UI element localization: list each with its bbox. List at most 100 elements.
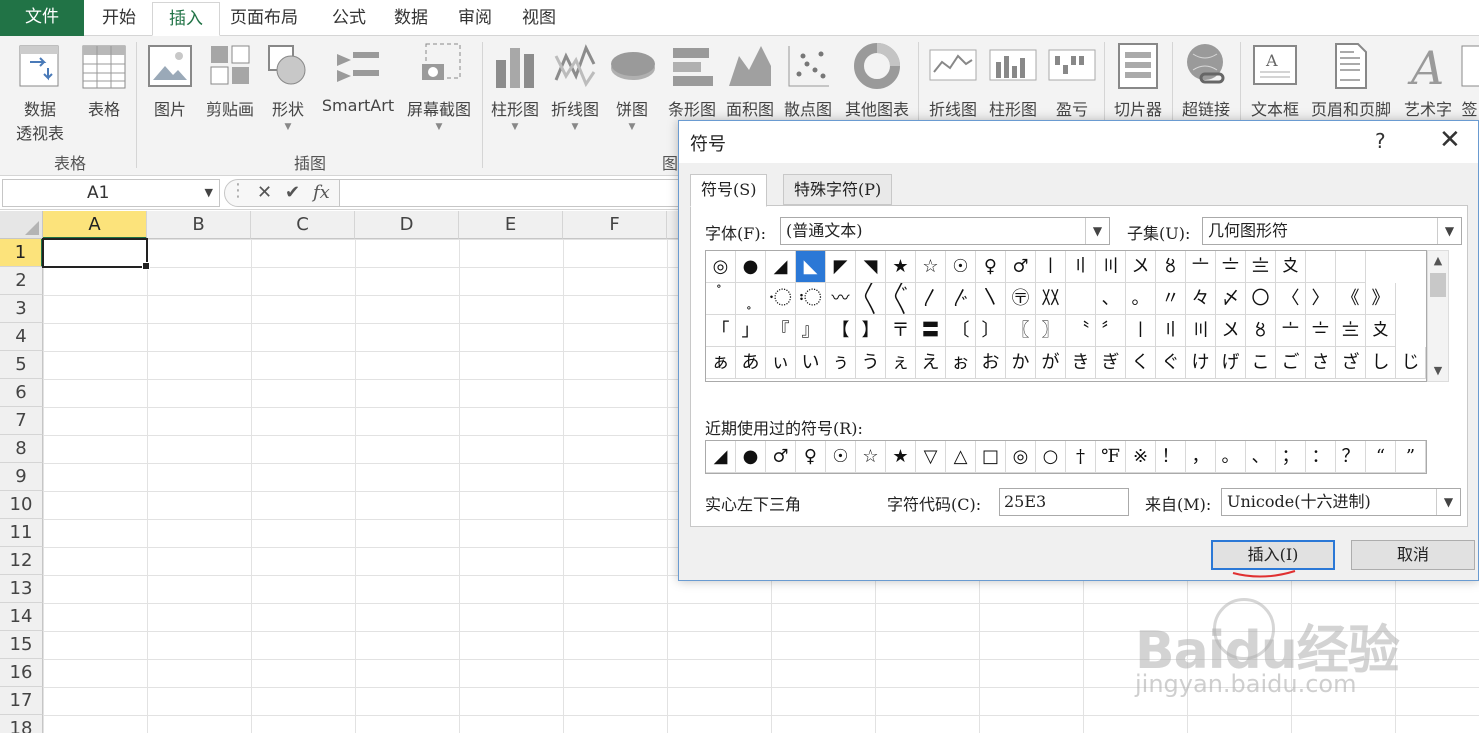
line-chart-button[interactable]: 折线图 ▼	[546, 40, 604, 132]
row-header[interactable]: 16	[0, 659, 43, 687]
symbol-grid[interactable]: ◎●◢◣◤◥★☆☉♀♂〡〢〣〤〥〦〧〨〩〪〭〮〯〫〬〰〱〲〳〴〵〶〷 、。〃々〆…	[705, 250, 1427, 382]
symbol-cell[interactable]: 〡	[1036, 251, 1066, 283]
row-header[interactable]: 11	[0, 519, 43, 547]
row-header[interactable]: 9	[0, 463, 43, 491]
recent-symbol-cell[interactable]: ★	[886, 441, 916, 473]
symbol-cell[interactable]: 〆	[1216, 283, 1246, 315]
symbol-cell[interactable]: 〤	[1126, 251, 1156, 283]
symbol-cell[interactable]: 〳	[916, 283, 946, 315]
shapes-button[interactable]: 形状 ▼	[264, 40, 312, 132]
symbol-cell[interactable]: 。	[1126, 283, 1156, 315]
symbol-cell[interactable]: 〴	[946, 283, 976, 315]
symbol-cell[interactable]: 」	[736, 315, 766, 347]
symbol-cell[interactable]: 〈	[1276, 283, 1306, 315]
symbol-cell[interactable]: 〭	[736, 283, 766, 315]
symbol-cell[interactable]: ぉ	[946, 347, 976, 379]
row-header[interactable]: 5	[0, 351, 43, 379]
symbol-cell[interactable]: 〱	[856, 283, 886, 315]
symbol-cell[interactable]: 】	[856, 315, 886, 347]
tab-formulas[interactable]: 公式	[316, 2, 382, 36]
symbol-cell[interactable]: ぅ	[826, 347, 856, 379]
column-header[interactable]: C	[251, 211, 355, 239]
symbol-cell[interactable]: き	[1066, 347, 1096, 379]
other-charts-button[interactable]: 其他图表	[840, 40, 914, 120]
font-select[interactable]: (普通文本) ▼	[780, 217, 1110, 245]
subset-select[interactable]: 几何图形符 ▼	[1202, 217, 1462, 245]
column-header[interactable]: F	[563, 211, 667, 239]
wordart-button[interactable]: A 艺术字	[1398, 40, 1458, 120]
slicer-button[interactable]: 切片器	[1108, 40, 1168, 120]
row-header[interactable]: 7	[0, 407, 43, 435]
symbol-cell[interactable]: こ	[1246, 347, 1276, 379]
tab-symbols[interactable]: 符号(S)	[690, 174, 768, 207]
pie-chart-button[interactable]: 饼图 ▼	[610, 40, 655, 132]
recent-symbol-cell[interactable]: †	[1066, 441, 1096, 473]
symbol-cell[interactable]: 〬	[706, 283, 736, 315]
row-header[interactable]: 3	[0, 295, 43, 323]
symbol-cell[interactable]: ♀	[976, 251, 1006, 283]
symbol-cell[interactable]: ◤	[826, 251, 856, 283]
row-header[interactable]: 12	[0, 547, 43, 575]
header-footer-button[interactable]: 页眉和页脚	[1306, 40, 1396, 120]
tab-view[interactable]: 视图	[506, 2, 572, 36]
name-box[interactable]: A1 ▼	[2, 179, 220, 207]
symbol-cell[interactable]: し	[1366, 347, 1396, 379]
recent-symbol-cell[interactable]: ；	[1276, 441, 1306, 473]
symbol-cell[interactable]: 〦	[1186, 251, 1216, 283]
symbol-cell[interactable]: ♂	[1006, 251, 1036, 283]
row-header[interactable]: 10	[0, 491, 43, 519]
symbol-cell[interactable]: 〒	[886, 315, 916, 347]
char-code-input[interactable]: 25E3	[999, 488, 1129, 516]
select-all-button[interactable]	[0, 211, 43, 239]
recent-symbol-cell[interactable]: ▽	[916, 441, 946, 473]
symbol-cell[interactable]: 』	[796, 315, 826, 347]
sparkline-line-button[interactable]: 折线图	[924, 40, 982, 120]
symbol-cell[interactable]: ご	[1276, 347, 1306, 379]
row-header[interactable]: 4	[0, 323, 43, 351]
recent-symbol-cell[interactable]: ♀	[796, 441, 826, 473]
symbol-cell[interactable]: 〩	[1276, 251, 1306, 283]
tab-home[interactable]: 开始	[86, 2, 152, 36]
cancel-button[interactable]: 取消	[1351, 540, 1475, 570]
symbol-cell[interactable]: さ	[1306, 347, 1336, 379]
symbol-cell[interactable]	[1066, 283, 1096, 315]
cancel-formula-icon[interactable]: ✕	[257, 182, 272, 203]
symbol-grid-scrollbar[interactable]: ▲ ▼	[1427, 250, 1449, 382]
symbol-cell[interactable]: 〔	[946, 315, 976, 347]
row-header[interactable]: 6	[0, 379, 43, 407]
help-icon[interactable]: ?	[1375, 129, 1386, 153]
symbol-cell[interactable]: 〇	[1246, 283, 1276, 315]
row-header[interactable]: 14	[0, 603, 43, 631]
symbol-cell[interactable]: げ	[1216, 347, 1246, 379]
row-header[interactable]: 2	[0, 267, 43, 295]
symbol-cell[interactable]: 〞	[1096, 315, 1126, 347]
recent-symbol-cell[interactable]: “	[1366, 441, 1396, 473]
recent-symbol-cell[interactable]: △	[946, 441, 976, 473]
close-icon[interactable]: ✕	[1439, 125, 1461, 155]
symbol-cell[interactable]: 〪	[1306, 251, 1336, 283]
symbol-cell[interactable]: ぎ	[1096, 347, 1126, 379]
symbol-cell[interactable]: ☆	[916, 251, 946, 283]
symbol-cell[interactable]: ◥	[856, 251, 886, 283]
signature-button[interactable]: 签	[1460, 40, 1479, 120]
symbol-cell[interactable]: い	[796, 347, 826, 379]
recent-symbol-cell[interactable]: ●	[736, 441, 766, 473]
symbol-cell[interactable]: ★	[886, 251, 916, 283]
clipart-button[interactable]: 剪贴画	[200, 40, 260, 120]
table-button[interactable]: 表格	[80, 40, 128, 120]
tab-file[interactable]: 文件	[0, 0, 84, 36]
symbol-cell[interactable]: 「	[706, 315, 736, 347]
recent-symbol-cell[interactable]: ！	[1156, 441, 1186, 473]
area-chart-button[interactable]: 面积图	[722, 40, 778, 120]
active-cell[interactable]	[42, 238, 150, 270]
symbol-cell[interactable]: 【	[826, 315, 856, 347]
symbol-cell[interactable]: か	[1006, 347, 1036, 379]
chevron-down-icon[interactable]: ▼	[1437, 218, 1461, 244]
symbol-cell[interactable]: 、	[1096, 283, 1126, 315]
symbol-cell[interactable]: ◢	[766, 251, 796, 283]
symbol-cell[interactable]: 『	[766, 315, 796, 347]
scatter-chart-button[interactable]: 散点图	[780, 40, 836, 120]
symbol-cell[interactable]: 〵	[976, 283, 1006, 315]
symbol-cell[interactable]: 〤	[1216, 315, 1246, 347]
recent-symbol-cell[interactable]: ※	[1126, 441, 1156, 473]
